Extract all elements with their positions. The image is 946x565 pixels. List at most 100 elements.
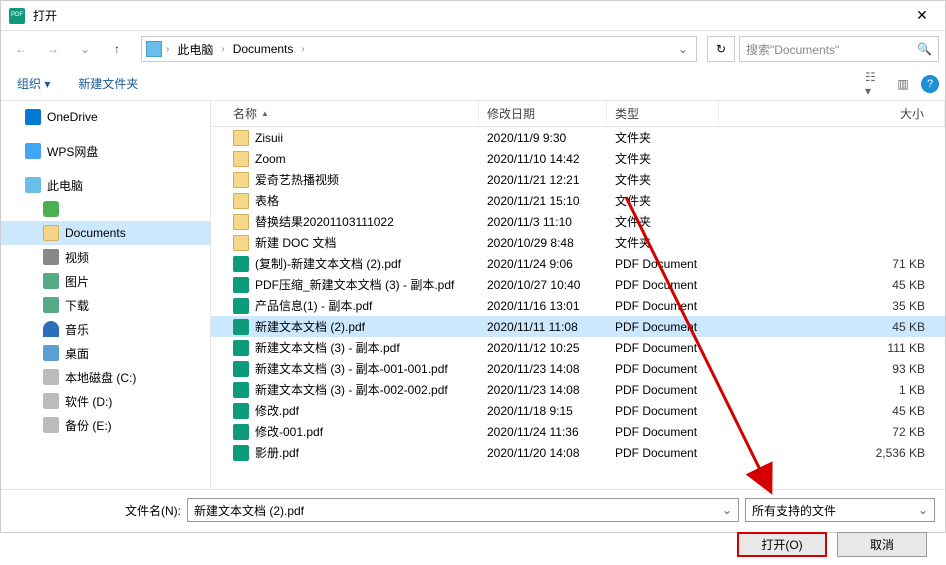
col-type[interactable]: 类型	[607, 101, 719, 126]
file-date: 2020/11/11 11:08	[479, 320, 607, 334]
organize-button[interactable]: 组织 ▾	[7, 71, 60, 96]
file-type: PDF Document	[607, 278, 719, 292]
sidebar-green-folder[interactable]	[1, 197, 210, 221]
pc-icon	[25, 177, 41, 193]
sidebar-downloads[interactable]: 下载	[1, 293, 210, 317]
filename-input[interactable]: 新建文本文档 (2).pdf ⌄	[187, 498, 739, 522]
file-name: 替换结果20201103111022	[255, 213, 394, 230]
file-row[interactable]: 爱奇艺热播视频2020/11/21 12:21文件夹	[211, 169, 945, 190]
file-type: 文件夹	[607, 171, 719, 188]
file-date: 2020/11/23 14:08	[479, 383, 607, 397]
file-row[interactable]: 影册.pdf2020/11/20 14:08PDF Document2,536 …	[211, 442, 945, 463]
file-type: 文件夹	[607, 150, 719, 167]
file-size: 2,536 KB	[719, 446, 945, 460]
file-row[interactable]: 新建文本文档 (2).pdf2020/11/11 11:08PDF Docume…	[211, 316, 945, 337]
refresh-button[interactable]: ↻	[707, 36, 735, 62]
file-row[interactable]: 修改.pdf2020/11/18 9:15PDF Document45 KB	[211, 400, 945, 421]
cancel-button[interactable]: 取消	[837, 532, 927, 557]
file-row[interactable]: 新建 DOC 文档2020/10/29 8:48文件夹	[211, 232, 945, 253]
dropdown-icon[interactable]: ⌄	[918, 503, 928, 517]
window-title: 打开	[33, 7, 907, 24]
file-row[interactable]: 新建文本文档 (3) - 副本.pdf2020/11/12 10:25PDF D…	[211, 337, 945, 358]
help-button[interactable]: ?	[921, 75, 939, 93]
file-pane: 名称▲ 修改日期 类型 大小 Zisuii2020/11/9 9:30文件夹Zo…	[211, 101, 945, 489]
file-row[interactable]: 修改-001.pdf2020/11/24 11:36PDF Document72…	[211, 421, 945, 442]
title-bar: 打开 ✕	[1, 1, 945, 31]
file-type: 文件夹	[607, 234, 719, 251]
file-row[interactable]: (复制)-新建文本文档 (2).pdf2020/11/24 9:06PDF Do…	[211, 253, 945, 274]
folder-icon	[233, 151, 249, 167]
file-row[interactable]: PDF压缩_新建文本文档 (3) - 副本.pdf2020/10/27 10:4…	[211, 274, 945, 295]
up-button[interactable]: ↑	[103, 37, 131, 61]
file-date: 2020/11/20 14:08	[479, 446, 607, 460]
file-list[interactable]: Zisuii2020/11/9 9:30文件夹 Zoom 2020/11/10 14…	[211, 127, 945, 489]
new-folder-button[interactable]: 新建文件夹	[68, 71, 148, 96]
file-date: 2020/11/10 14:42	[479, 152, 607, 166]
file-date: 2020/11/12 10:25	[479, 341, 607, 355]
file-type: 文件夹	[607, 213, 719, 230]
recent-dropdown[interactable]: ⌄	[71, 37, 99, 61]
file-type: PDF Document	[607, 425, 719, 439]
crumb-root[interactable]: 此电脑	[173, 39, 217, 60]
pictures-icon	[43, 273, 59, 289]
file-type: PDF Document	[607, 383, 719, 397]
sidebar-wps[interactable]: WPS网盘	[1, 139, 210, 163]
breadcrumb[interactable]: › 此电脑 › Documents › ⌄	[141, 36, 697, 62]
file-row[interactable]: Zisuii2020/11/9 9:30文件夹	[211, 127, 945, 148]
toolbar: 组织 ▾ 新建文件夹 ☷ ▾ ▥ ?	[1, 67, 945, 101]
folder-icon	[233, 193, 249, 209]
file-date: 2020/10/27 10:40	[479, 278, 607, 292]
app-icon	[9, 8, 25, 24]
file-size: 45 KB	[719, 404, 945, 418]
col-name[interactable]: 名称▲	[225, 101, 479, 126]
file-size: 72 KB	[719, 425, 945, 439]
sidebar-pictures[interactable]: 图片	[1, 269, 210, 293]
file-name: 新建文本文档 (3) - 副本-001-001.pdf	[255, 360, 448, 377]
sidebar-video[interactable]: 视频	[1, 245, 210, 269]
sidebar-documents[interactable]: Documents	[1, 221, 210, 245]
file-name: 产品信息(1) - 副本.pdf	[255, 297, 372, 314]
video-icon	[43, 249, 59, 265]
sidebar-music[interactable]: 音乐	[1, 317, 210, 341]
file-name: Zoom	[255, 152, 286, 166]
file-name: 新建 DOC 文档	[255, 234, 336, 251]
file-size: 45 KB	[719, 278, 945, 292]
sidebar-onedrive[interactable]: OneDrive	[1, 105, 210, 129]
close-button[interactable]: ✕	[907, 7, 937, 24]
col-size[interactable]: 大小	[719, 101, 945, 126]
file-name: 新建文本文档 (3) - 副本.pdf	[255, 339, 400, 356]
preview-pane-button[interactable]: ▥	[893, 74, 913, 94]
sidebar: OneDrive WPS网盘 此电脑 Documents 视频 图片 下载 音乐…	[1, 101, 211, 489]
sidebar-desktop[interactable]: 桌面	[1, 341, 210, 365]
file-row[interactable]: 替换结果20201103111022 2020/11/3 11:10文件夹	[211, 211, 945, 232]
file-type: 文件夹	[607, 129, 719, 146]
chevron-right-icon: ›	[166, 44, 169, 55]
search-input[interactable]: 搜索"Documents" 🔍	[739, 36, 939, 62]
col-date[interactable]: 修改日期	[479, 101, 607, 126]
file-size: 93 KB	[719, 362, 945, 376]
file-date: 2020/11/24 11:36	[479, 425, 607, 439]
sidebar-disk-c[interactable]: 本地磁盘 (C:)	[1, 365, 210, 389]
file-row[interactable]: 表格2020/11/21 15:10文件夹	[211, 190, 945, 211]
file-type: PDF Document	[607, 320, 719, 334]
file-row[interactable]: 新建文本文档 (3) - 副本-002-002.pdf2020/11/23 14…	[211, 379, 945, 400]
dropdown-icon[interactable]: ⌄	[722, 503, 732, 517]
pdf-icon	[233, 277, 249, 293]
file-row[interactable]: 产品信息(1) - 副本.pdf2020/11/16 13:01PDF Docu…	[211, 295, 945, 316]
breadcrumb-dropdown[interactable]: ⌄	[674, 42, 692, 56]
file-row[interactable]: 新建文本文档 (3) - 副本-001-001.pdf2020/11/23 14…	[211, 358, 945, 379]
file-row[interactable]: Zoom 2020/11/10 14:42文件夹	[211, 148, 945, 169]
pdf-icon	[233, 340, 249, 356]
file-type: PDF Document	[607, 446, 719, 460]
crumb-folder[interactable]: Documents	[229, 40, 298, 58]
file-name: 修改.pdf	[255, 402, 299, 419]
file-date: 2020/11/3 11:10	[479, 215, 607, 229]
sidebar-disk-d[interactable]: 软件 (D:)	[1, 389, 210, 413]
back-button[interactable]: ←	[7, 37, 35, 61]
file-date: 2020/11/21 15:10	[479, 194, 607, 208]
sidebar-disk-e[interactable]: 备份 (E:)	[1, 413, 210, 437]
file-type-filter[interactable]: 所有支持的文件 ⌄	[745, 498, 935, 522]
sidebar-pc[interactable]: 此电脑	[1, 173, 210, 197]
view-options-button[interactable]: ☷ ▾	[865, 74, 885, 94]
open-button[interactable]: 打开(O)	[737, 532, 827, 557]
